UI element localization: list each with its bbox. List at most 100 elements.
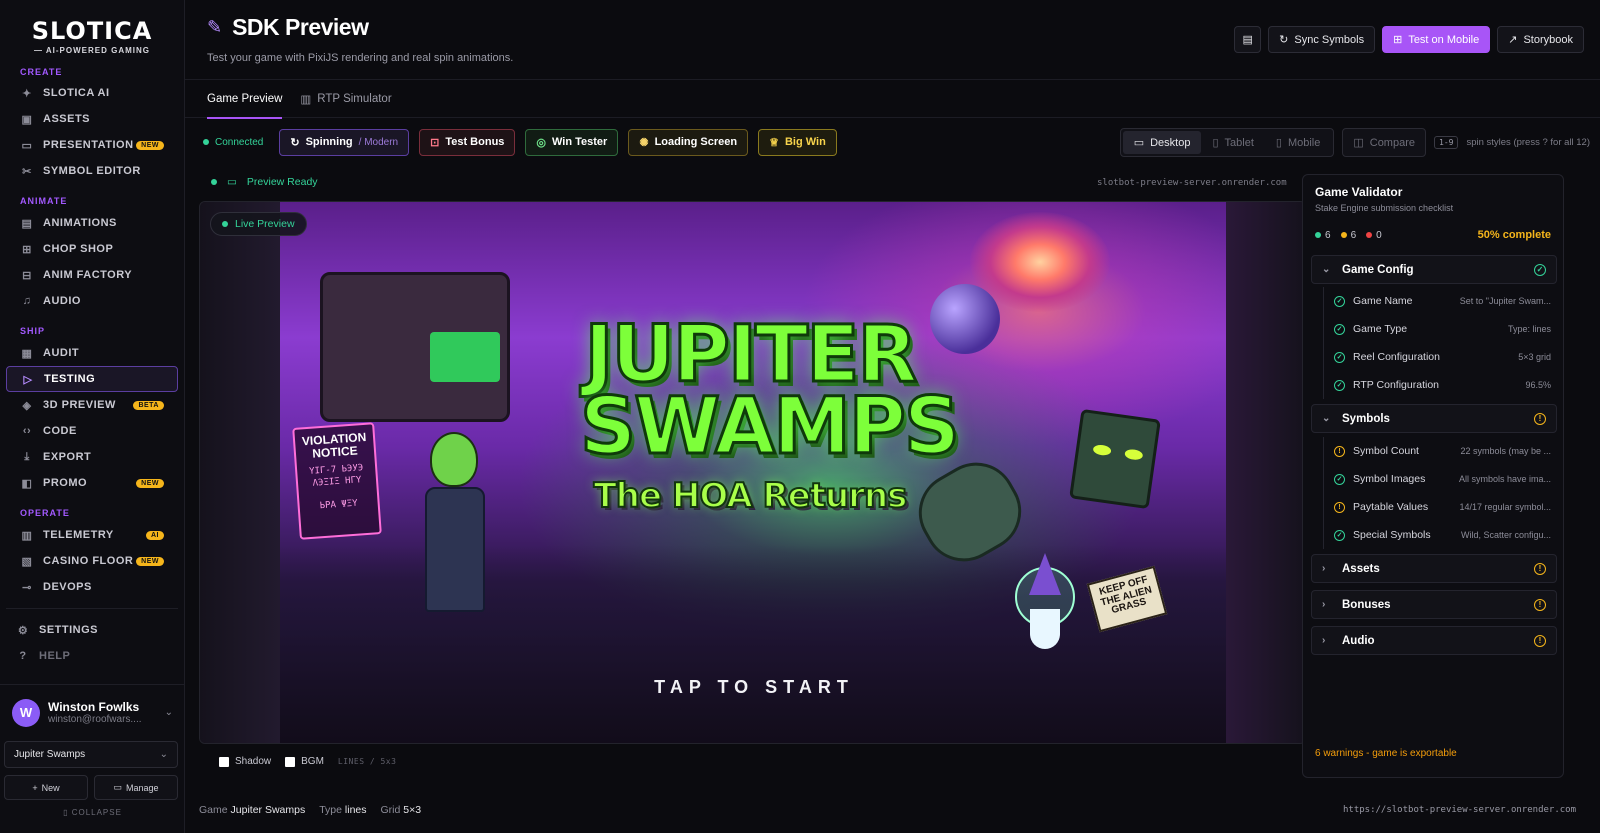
sidebar-item-audit[interactable]: ▦ AUDIT [6, 340, 178, 366]
violation-sign-body: ΥΙΓ-7 ЬЭУЭ ΛЭΞΙΞ ΗΓΥ ЬΡΑ ΨΞΥ [308, 463, 364, 512]
page-title-text: SDK Preview [232, 14, 369, 40]
new-project-button[interactable]: + New [4, 775, 88, 800]
logo[interactable]: SLOTICA — AI-POWERED GAMING [0, 0, 184, 72]
panel-toggle-button[interactable]: ▤ [1234, 26, 1262, 53]
sidebar-item-telemetry[interactable]: ▥ TELEMETRY AI [6, 522, 178, 548]
sync-symbols-button[interactable]: ↻ Sync Symbols [1268, 26, 1376, 53]
device-mobile-button[interactable]: ▯ Mobile [1265, 131, 1331, 154]
test-on-mobile-button[interactable]: ⊞ Test on Mobile [1382, 26, 1491, 53]
spinning-button[interactable]: ↻ Spinning / Modern [279, 128, 410, 156]
game-info-name-value: Jupiter Swamps [230, 804, 306, 816]
footer-server-url[interactable]: https://slotbot-preview-server.onrender.… [1343, 805, 1576, 815]
avatar: W [12, 698, 40, 727]
section-symbols[interactable]: ⌄ Symbols ! [1311, 404, 1557, 433]
manage-projects-button[interactable]: ▭ Manage [94, 775, 178, 800]
space-gnome [1015, 547, 1075, 657]
sidebar-item-devops[interactable]: ⊸ DEVOPS [6, 574, 178, 600]
sidebar-item-anim-factory[interactable]: ⊟ ANIM FACTORY [6, 262, 178, 288]
spinning-label: Spinning [305, 136, 353, 148]
check-item[interactable]: ! Symbol Count 22 symbols (may be ... [1324, 437, 1557, 465]
alert-circle-icon: ! [1534, 562, 1546, 575]
sidebar-item-code[interactable]: ‹› CODE [6, 418, 178, 444]
sidebar-item-label: ANIM FACTORY [43, 269, 133, 281]
game-subtitle: The HOA Returns [593, 475, 909, 517]
storybook-button[interactable]: ↗ Storybook [1497, 26, 1584, 53]
factory-icon: ⊟ [22, 269, 32, 282]
game-info-type-label: Type [319, 804, 342, 816]
user-email: winston@roofwars.... [48, 714, 142, 725]
sidebar-item-help[interactable]: ? HELP [6, 643, 178, 669]
checkbox-box [285, 756, 296, 767]
completion-percent: 50% complete [1477, 229, 1551, 241]
device-label: Mobile [1287, 136, 1321, 149]
test-bonus-button[interactable]: ⊡ Test Bonus [419, 128, 516, 156]
collapse-sidebar-button[interactable]: ▯ COLLAPSE [0, 808, 185, 817]
device-tablet-button[interactable]: ▯ Tablet [1201, 131, 1264, 154]
check-item[interactable]: ✓ RTP Configuration 96.5% [1324, 371, 1557, 399]
bgm-checkbox[interactable]: BGM [285, 756, 324, 767]
check-item[interactable]: ✓ Game Name Set to "Jupiter Swam... [1324, 287, 1557, 315]
big-win-button[interactable]: ♕ Big Win [758, 128, 837, 156]
loading-screen-button[interactable]: ✺ Loading Screen [628, 128, 749, 156]
tab-game-preview[interactable]: Game Preview [207, 80, 283, 119]
new-project-label: New [41, 782, 60, 793]
user-menu[interactable]: W Winston Fowlks winston@roofwars.... ⌄ [0, 684, 185, 740]
sidebar-item-label: SYMBOL EDITOR [43, 165, 141, 177]
check-circle-icon: ✓ [1334, 379, 1345, 391]
check-item[interactable]: ✓ Symbol Images All symbols have ima... [1324, 465, 1557, 493]
alert-circle-icon: ! [1534, 634, 1546, 647]
device-desktop-button[interactable]: ▭ Desktop [1122, 131, 1202, 154]
music-icon: ♫ [22, 295, 32, 307]
sidebar-item-audio[interactable]: ♫ AUDIO [6, 288, 178, 314]
sidebar-nav: CREATE ✦ SLOTICA AI ▣ ASSETS ▭ PRESENTATION… [0, 68, 184, 669]
section-assets[interactable]: › Assets ! [1311, 554, 1557, 583]
check-item-name: Symbol Images [1353, 473, 1426, 485]
film-icon: ▤ [21, 217, 33, 230]
tap-to-start[interactable]: TAP TO START [280, 677, 1228, 698]
tab-label: RTP Simulator [317, 92, 392, 105]
sidebar-item-symbol-editor[interactable]: ✂ SYMBOL EDITOR [6, 158, 178, 184]
sidebar-item-presentation[interactable]: ▭ PRESENTATION NEW [6, 132, 178, 158]
win-tester-button[interactable]: ◎ Win Tester [525, 128, 619, 156]
sidebar-icon: ▯ [63, 808, 72, 817]
check-item[interactable]: ! Paytable Values 14/17 regular symbol... [1324, 493, 1557, 521]
sidebar-item-export[interactable]: ⤓ EXPORT [6, 444, 178, 470]
sidebar-item-testing[interactable]: ▷ TESTING [6, 366, 178, 392]
monitor-icon: ▭ [227, 176, 237, 188]
compare-button[interactable]: ◫ Compare [1342, 128, 1426, 157]
sidebar-item-animations[interactable]: ▤ ANIMATIONS [6, 210, 178, 236]
sparkle-icon: ✦ [22, 87, 32, 100]
project-select[interactable]: Jupiter Swamps ⌄ [4, 741, 178, 768]
check-item[interactable]: ✓ Game Type Type: lines [1324, 315, 1557, 343]
check-item-name: Game Type [1353, 323, 1408, 335]
status-dot [203, 139, 209, 145]
check-item[interactable]: ✓ Reel Configuration 5×3 grid [1324, 343, 1557, 371]
pass-count: 6 [1315, 230, 1331, 241]
game-canvas[interactable]: VIOLATION NOTICE ΥΙΓ-7 ЬЭУЭ ΛЭΞΙΞ ΗΓΥ ЬΡ… [280, 202, 1228, 743]
sidebar-item-assets[interactable]: ▣ ASSETS [6, 106, 178, 132]
project-select-value: Jupiter Swamps [14, 749, 86, 760]
nav-section-create: CREATE [20, 67, 63, 77]
sidebar-item-settings[interactable]: ⚙ SETTINGS [6, 617, 178, 643]
sidebar-item-chop-shop[interactable]: ⊞ CHOP SHOP [6, 236, 178, 262]
sidebar-item-casino-floor[interactable]: ▧ CASINO FLOOR NEW [6, 548, 178, 574]
tab-rtp-simulator[interactable]: ▥ RTP Simulator [300, 80, 391, 118]
shadow-checkbox[interactable]: Shadow [219, 756, 271, 767]
page-title: ✎ SDK Preview [207, 14, 369, 41]
alien-body [425, 487, 485, 612]
chevron-down-icon: ⌄ [164, 707, 173, 718]
section-game-config[interactable]: ⌄ Game Config ✓ [1311, 255, 1557, 284]
check-item[interactable]: ✓ Special Symbols Wild, Scatter configu... [1324, 521, 1557, 549]
game-preview-stage[interactable]: Live Preview VIOLATION NOTICE ΥΙΓ-7 ЬЭУЭ… [199, 201, 1306, 744]
section-bonuses[interactable]: › Bonuses ! [1311, 590, 1557, 619]
sidebar-item-slotica-ai[interactable]: ✦ SLOTICA AI [6, 80, 178, 106]
check-item-name: RTP Configuration [1353, 379, 1439, 391]
section-audio[interactable]: › Audio ! [1311, 626, 1557, 655]
external-link-icon: ↗ [1508, 34, 1518, 46]
gnome-beard [1030, 609, 1060, 649]
check-item-value: 22 symbols (may be ... [1460, 446, 1551, 456]
sidebar-item-label: ANIMATIONS [43, 217, 117, 229]
sidebar-item-promo[interactable]: ◧ PROMO NEW [6, 470, 178, 496]
sidebar-item-3d-preview[interactable]: ◈ 3D PREVIEW BETA [6, 392, 178, 418]
preview-status-label: Preview Ready [246, 176, 318, 188]
